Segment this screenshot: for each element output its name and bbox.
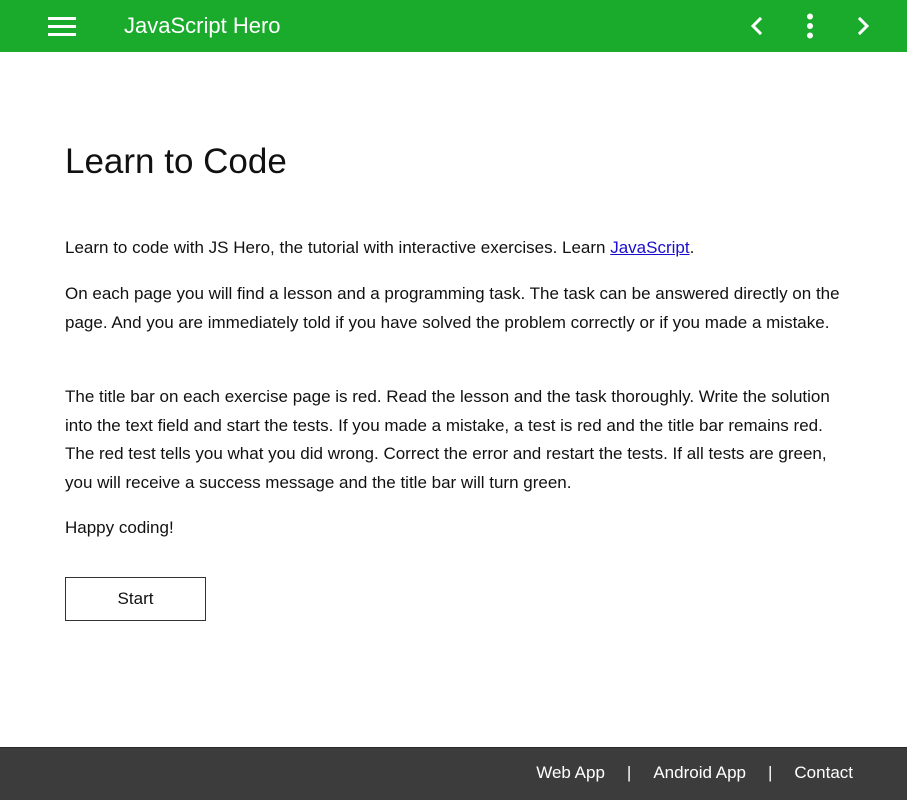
app-title: JavaScript Hero: [124, 13, 281, 38]
lesson-paragraph: On each page you will find a lesson and …: [65, 284, 840, 332]
more-options-button[interactable]: [792, 8, 828, 44]
footer-link-web-app[interactable]: Web App: [536, 763, 605, 783]
more-vertical-icon: [807, 13, 813, 39]
app-root: JavaScript Hero Learn to Code Learn to c…: [0, 0, 907, 800]
footer: Web App | Android App | Contact: [0, 747, 907, 800]
footer-links: Web App | Android App | Contact: [536, 763, 853, 783]
intro-end: .: [689, 238, 695, 257]
chevron-left-icon: [750, 16, 763, 36]
hamburger-menu-icon: [48, 17, 76, 36]
title-bar-paragraph: The title bar on each exercise page is r…: [65, 387, 830, 492]
footer-link-android-app[interactable]: Android App: [653, 763, 746, 783]
chevron-right-icon: [857, 16, 870, 36]
title-bar: JavaScript Hero: [0, 0, 907, 52]
intro-paragraph: Learn to code with JS Hero, the tutorial…: [65, 234, 850, 263]
next-page-button[interactable]: [845, 8, 881, 44]
menu-button[interactable]: [40, 8, 84, 44]
footer-link-contact[interactable]: Contact: [794, 763, 853, 783]
javascript-link[interactable]: JavaScript: [610, 238, 689, 257]
intro-text: Learn to code with JS Hero, the tutorial…: [65, 238, 611, 257]
footer-separator: |: [626, 763, 632, 782]
previous-page-button[interactable]: [739, 8, 775, 44]
happy-coding-paragraph: Happy coding!: [65, 518, 174, 537]
footer-separator: |: [767, 763, 773, 782]
start-button[interactable]: Start: [65, 577, 206, 621]
page-title: Learn to Code: [65, 142, 287, 181]
